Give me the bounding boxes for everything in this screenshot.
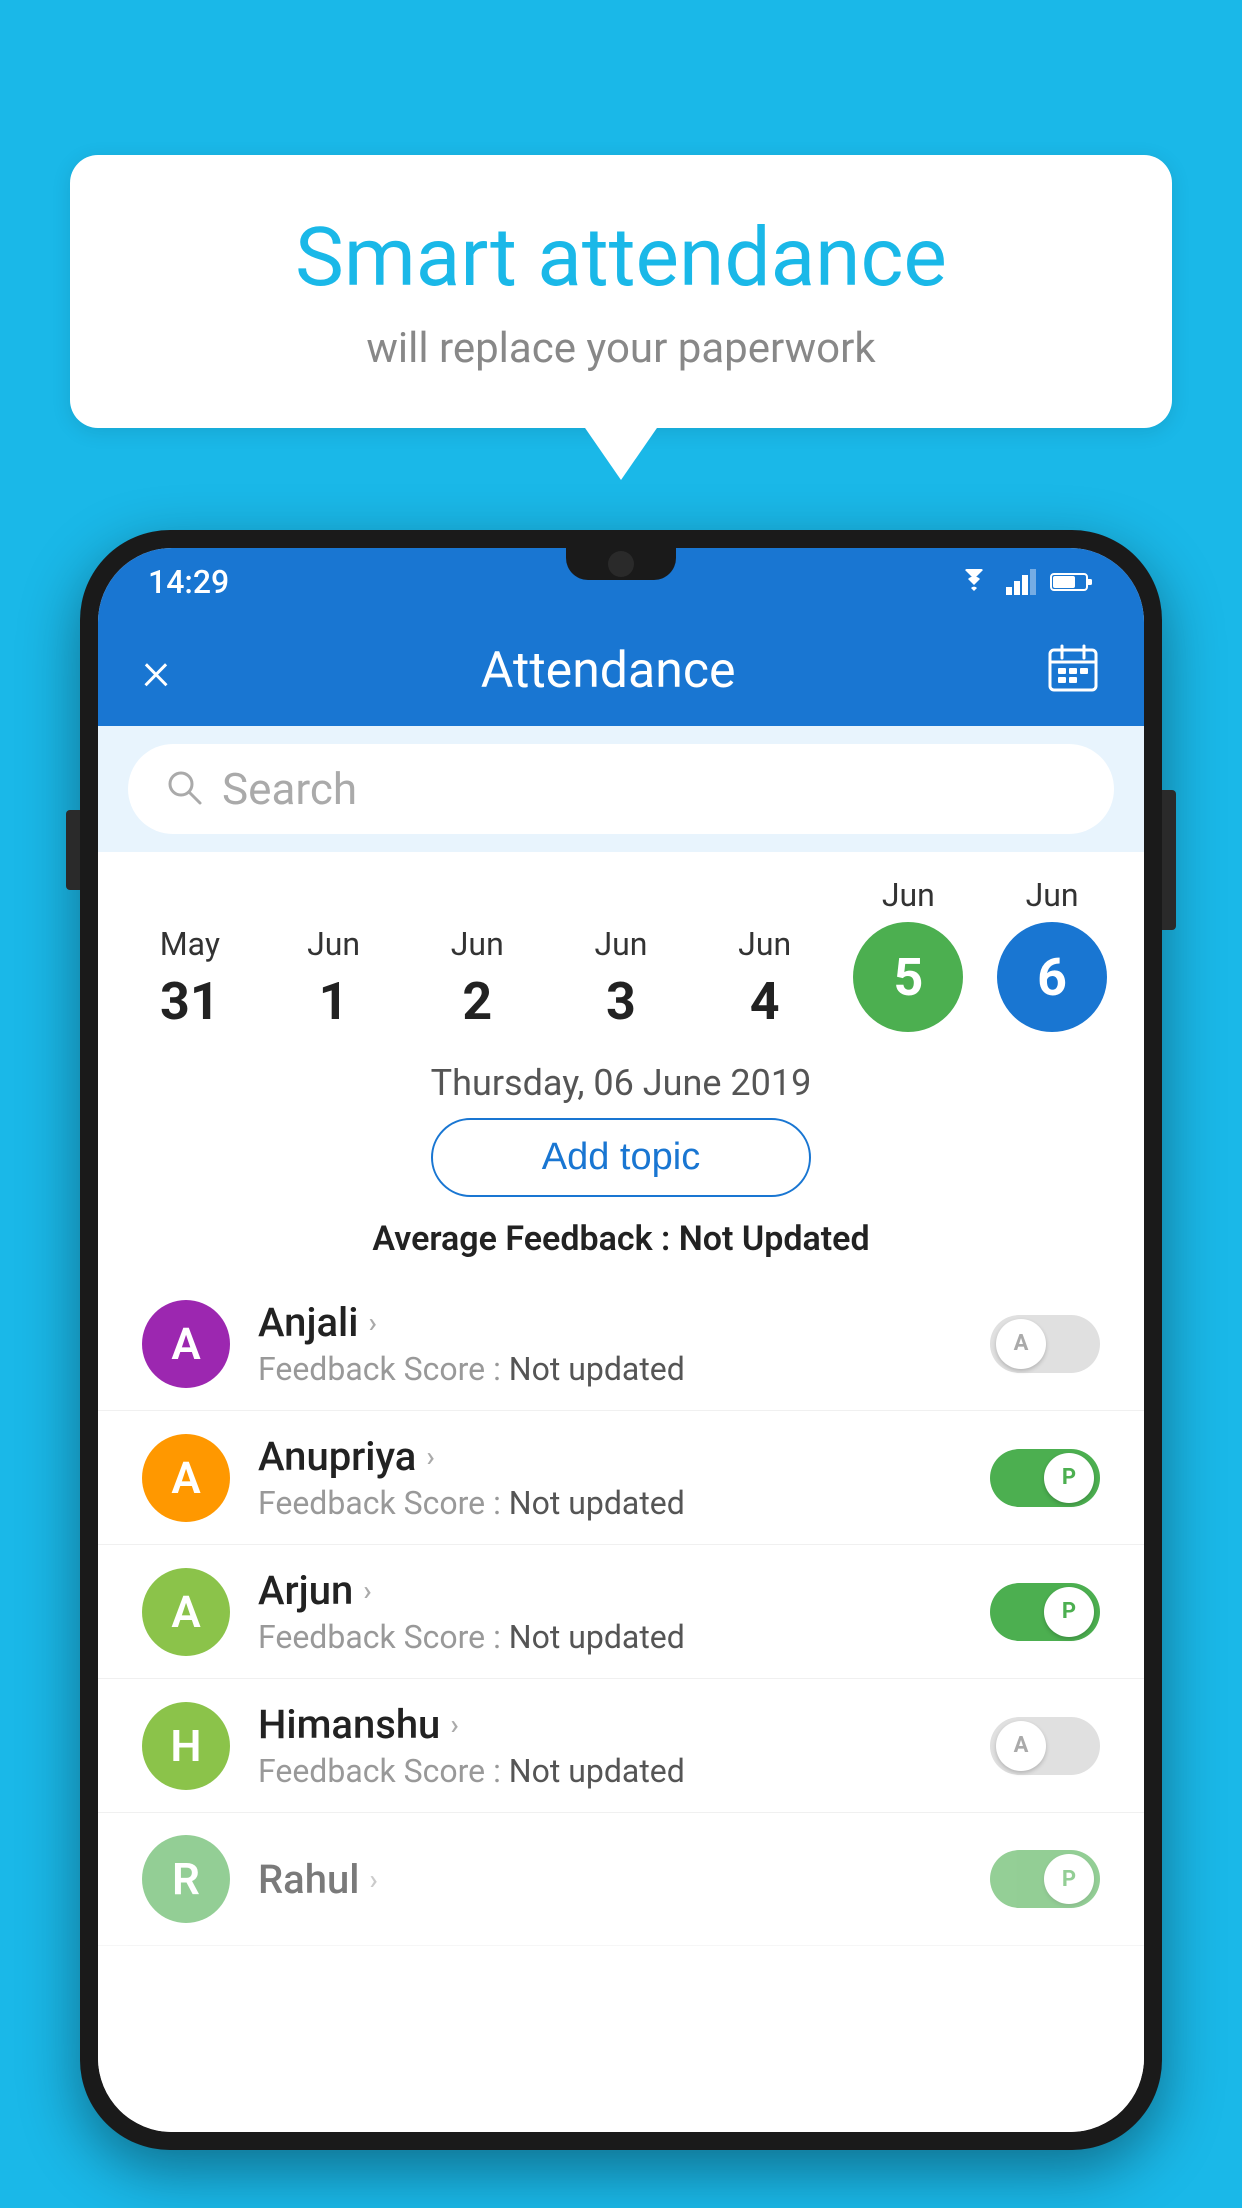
- student-name-himanshu: Himanshu ›: [258, 1701, 962, 1748]
- date-item-jun6[interactable]: Jun 6: [987, 876, 1117, 1032]
- status-time: 14:29: [148, 563, 229, 601]
- phone-screen: 14:29: [98, 548, 1144, 2132]
- avg-feedback-label: Average Feedback :: [372, 1219, 678, 1259]
- student-info-rahul[interactable]: Rahul ›: [258, 1856, 962, 1903]
- avatar-anupriya: A: [142, 1434, 230, 1522]
- phone-outer: 14:29: [80, 530, 1162, 2150]
- student-info-anupriya[interactable]: Anupriya › Feedback Score : Not updated: [258, 1433, 962, 1522]
- phone-notch: [566, 548, 676, 580]
- signal-icon: [1006, 569, 1036, 595]
- speech-bubble: Smart attendance will replace your paper…: [70, 155, 1172, 428]
- avg-feedback: Average Feedback : Not Updated: [98, 1209, 1144, 1277]
- student-item-rahul: R Rahul › P: [98, 1813, 1144, 1946]
- avatar-arjun: A: [142, 1568, 230, 1656]
- toggle-himanshu[interactable]: A: [990, 1717, 1100, 1775]
- student-info-himanshu[interactable]: Himanshu › Feedback Score : Not updated: [258, 1701, 962, 1790]
- student-item-himanshu: H Himanshu › Feedback Score : Not update…: [98, 1679, 1144, 1813]
- toggle-anupriya[interactable]: P: [990, 1449, 1100, 1507]
- side-button-left: [66, 810, 80, 890]
- bubble-title: Smart attendance: [130, 210, 1112, 306]
- chevron-icon: ›: [363, 1574, 371, 1607]
- selected-date-label: Thursday, 06 June 2019: [98, 1042, 1144, 1118]
- date-item-jun2[interactable]: Jun 2: [412, 925, 542, 1032]
- student-item-arjun: A Arjun › Feedback Score : Not updated: [98, 1545, 1144, 1679]
- student-feedback-anjali: Feedback Score : Not updated: [258, 1350, 962, 1388]
- student-list: A Anjali › Feedback Score : Not updated: [98, 1277, 1144, 2132]
- phone-camera: [608, 551, 634, 577]
- status-icons: [956, 569, 1094, 595]
- student-item-anupriya: A Anupriya › Feedback Score : Not update…: [98, 1411, 1144, 1545]
- avatar-anjali: A: [142, 1300, 230, 1388]
- avg-feedback-value: Not Updated: [679, 1219, 870, 1259]
- student-info-arjun[interactable]: Arjun › Feedback Score : Not updated: [258, 1567, 962, 1656]
- speech-bubble-container: Smart attendance will replace your paper…: [70, 155, 1172, 428]
- search-container: Search: [98, 726, 1144, 852]
- student-name-arjun: Arjun ›: [258, 1567, 962, 1614]
- search-icon: [164, 767, 204, 811]
- header-title: Attendance: [481, 642, 736, 700]
- chevron-icon: ›: [369, 1863, 377, 1896]
- toggle-rahul[interactable]: P: [990, 1850, 1100, 1908]
- chevron-icon: ›: [368, 1306, 376, 1339]
- student-item-anjali: A Anjali › Feedback Score : Not updated: [98, 1277, 1144, 1411]
- date-item-jun5[interactable]: Jun 5: [843, 876, 973, 1032]
- date-item-may31[interactable]: May 31: [125, 925, 255, 1032]
- date-item-jun1[interactable]: Jun 1: [269, 925, 399, 1032]
- search-bar[interactable]: Search: [128, 744, 1114, 834]
- student-feedback-arjun: Feedback Score : Not updated: [258, 1618, 962, 1656]
- student-name-anjali: Anjali ›: [258, 1299, 962, 1346]
- student-feedback-himanshu: Feedback Score : Not updated: [258, 1752, 962, 1790]
- bubble-subtitle: will replace your paperwork: [130, 324, 1112, 373]
- student-info-anjali[interactable]: Anjali › Feedback Score : Not updated: [258, 1299, 962, 1388]
- phone-frame: 14:29: [80, 530, 1162, 2208]
- add-topic-button[interactable]: Add topic: [431, 1118, 811, 1197]
- chevron-icon: ›: [426, 1440, 434, 1473]
- student-feedback-anupriya: Feedback Score : Not updated: [258, 1484, 962, 1522]
- calendar-icon[interactable]: [1046, 642, 1100, 700]
- date-item-jun4[interactable]: Jun 4: [700, 925, 830, 1032]
- toggle-anjali[interactable]: A: [990, 1315, 1100, 1373]
- content-area: Thursday, 06 June 2019 Add topic Average…: [98, 1042, 1144, 2132]
- toggle-arjun[interactable]: P: [990, 1583, 1100, 1641]
- avatar-himanshu: H: [142, 1702, 230, 1790]
- chevron-icon: ›: [450, 1708, 458, 1741]
- wifi-icon: [956, 569, 992, 595]
- student-name-rahul: Rahul ›: [258, 1856, 962, 1903]
- avatar-rahul: R: [142, 1835, 230, 1923]
- student-name-anupriya: Anupriya ›: [258, 1433, 962, 1480]
- side-button-right: [1162, 790, 1176, 930]
- search-input-placeholder: Search: [222, 763, 357, 815]
- date-strip: May 31 Jun 1 Jun 2 Jun 3 Jun 4: [98, 852, 1144, 1042]
- battery-icon: [1050, 570, 1094, 594]
- close-button[interactable]: ×: [142, 640, 170, 703]
- app-header: × Attendance: [98, 616, 1144, 726]
- date-item-jun3[interactable]: Jun 3: [556, 925, 686, 1032]
